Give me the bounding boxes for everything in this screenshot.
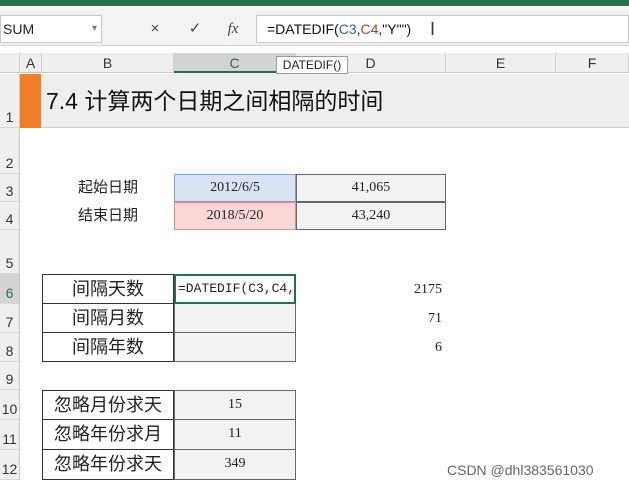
row-header-12[interactable]: 12 <box>0 450 20 480</box>
cell-c10[interactable]: 15 <box>174 390 296 420</box>
cell-c8[interactable] <box>174 333 296 362</box>
watermark-text: CSDN @dhl383561030 <box>447 462 594 478</box>
end-date-label[interactable]: 结束日期 <box>78 203 138 229</box>
ignore-month-days-label[interactable]: 忽略月份求天 <box>42 390 174 420</box>
row-header-10[interactable]: 10 <box>0 390 20 420</box>
row-header-11[interactable]: 11 <box>0 420 20 450</box>
cell-c6-active[interactable]: =DATEDIF(C3,C4, <box>174 274 296 304</box>
row-header-3[interactable]: 3 <box>0 174 20 202</box>
start-date-label[interactable]: 起始日期 <box>78 175 138 201</box>
name-box[interactable]: SUM ▾ <box>0 15 102 43</box>
function-tooltip[interactable]: DATEDIF() <box>276 56 348 74</box>
row-header-5[interactable]: 5 <box>0 230 20 274</box>
row-header-8[interactable]: 8 <box>0 333 20 362</box>
title-accent <box>20 74 41 128</box>
sheet-title[interactable]: 7.4 计算两个日期之间相隔的时间 <box>46 84 383 118</box>
col-header-b[interactable]: B <box>42 53 174 73</box>
col-header-f[interactable]: F <box>556 53 629 73</box>
formula-ref-c4: C4 <box>360 21 379 37</box>
cell-d8-result[interactable]: 6 <box>380 334 442 362</box>
interval-years-label[interactable]: 间隔年数 <box>42 333 174 362</box>
row-header-2[interactable]: 2 <box>0 128 20 174</box>
row-header-9[interactable]: 9 <box>0 362 20 390</box>
cell-d4-end-serial[interactable]: 43,240 <box>296 202 446 230</box>
col-header-a[interactable]: A <box>20 53 42 73</box>
cell-c3-start-date[interactable]: 2012/6/5 <box>174 174 296 202</box>
cell-d3-start-serial[interactable]: 41,065 <box>296 174 446 202</box>
ignore-year-months-label[interactable]: 忽略年份求月 <box>42 420 174 450</box>
row-header-1[interactable]: 1 <box>0 74 20 128</box>
col-header-e[interactable]: E <box>446 53 556 73</box>
select-all-corner[interactable] <box>0 53 20 73</box>
formula-prefix: =DATEDIF( <box>267 21 339 37</box>
interval-days-label[interactable]: 间隔天数 <box>42 274 174 304</box>
cell-c4-end-date[interactable]: 2018/5/20 <box>174 202 296 230</box>
chevron-down-icon[interactable]: ▾ <box>92 16 97 42</box>
formula-suffix: ,"Y"") <box>378 21 412 37</box>
row-header-4[interactable]: 4 <box>0 202 20 230</box>
interval-months-label[interactable]: 间隔月数 <box>42 304 174 333</box>
cell-c11[interactable]: 11 <box>174 420 296 450</box>
row-header-6[interactable]: 6 <box>0 274 20 304</box>
formula-input[interactable]: =DATEDIF(C3,C4,"Y"") <box>256 15 629 43</box>
formula-ref-c3: C3 <box>338 21 357 37</box>
cell-c7[interactable] <box>174 304 296 333</box>
cancel-icon[interactable]: × <box>142 16 168 42</box>
cell-d6-result[interactable]: 2175 <box>380 276 442 304</box>
name-box-value: SUM <box>3 21 35 37</box>
cell-c12[interactable]: 349 <box>174 450 296 480</box>
enter-icon[interactable]: ✓ <box>182 16 208 42</box>
row-header-7[interactable]: 7 <box>0 304 20 333</box>
text-cursor-icon: I <box>430 19 436 39</box>
cell-d7-result[interactable]: 71 <box>380 305 442 333</box>
ignore-year-days-label[interactable]: 忽略年份求天 <box>42 450 174 480</box>
insert-function-button[interactable]: fx <box>220 16 246 42</box>
